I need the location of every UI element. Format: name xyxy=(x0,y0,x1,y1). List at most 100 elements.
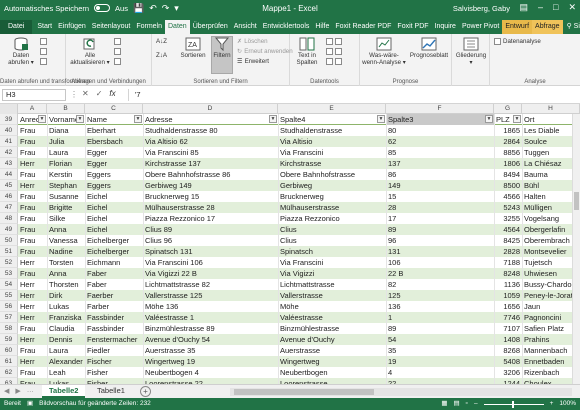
cell-plz[interactable]: 8425 xyxy=(494,235,522,246)
cell-adresse[interactable]: Obere Bahnhofstrasse 86 xyxy=(143,169,278,180)
cell-name[interactable]: Faber xyxy=(85,279,143,290)
cell-vorname[interactable]: Silke xyxy=(47,213,85,224)
edit-links-button[interactable] xyxy=(114,58,121,65)
cell-anrede[interactable]: Frau xyxy=(18,169,47,180)
cell-spalte3[interactable]: 15 xyxy=(386,191,494,202)
header-adresse[interactable]: Adresse ▼ xyxy=(143,114,278,125)
header-plz[interactable]: PLZ ▼ xyxy=(494,114,522,125)
cell-plz[interactable]: 8494 xyxy=(494,169,522,180)
cell-vorname[interactable]: Anna xyxy=(47,268,85,279)
cell-vorname[interactable]: Laura xyxy=(47,345,85,356)
row-number[interactable]: 40 xyxy=(0,125,18,136)
cell-spalte4[interactable]: Clius xyxy=(278,235,386,246)
cell-name[interactable]: Fassbinder xyxy=(85,323,143,334)
cell-spalte4[interactable]: Binzmühlestrasse xyxy=(278,323,386,334)
cell-name[interactable]: Ebersbach xyxy=(85,136,143,147)
cell-vorname[interactable]: Kerstin xyxy=(47,169,85,180)
cell-anrede[interactable]: Frau xyxy=(18,246,47,257)
cell-anrede[interactable]: Frau xyxy=(18,125,47,136)
cell-anrede[interactable]: Herr xyxy=(18,312,47,323)
reapply-button[interactable]: ↻ Erneut anwenden xyxy=(237,48,293,55)
cell-spalte4[interactable]: Clius xyxy=(278,224,386,235)
cell-vorname[interactable]: Laura xyxy=(47,147,85,158)
cell-adresse[interactable]: Auerstrasse 35 xyxy=(143,345,278,356)
cell-adresse[interactable]: Via Vigizzi 22 B xyxy=(143,268,278,279)
cell-name[interactable]: Eggers xyxy=(85,169,143,180)
cell-plz[interactable]: 4566 xyxy=(494,191,522,202)
cell-anrede[interactable]: Herr xyxy=(18,180,47,191)
zoom-out-icon[interactable]: – xyxy=(474,398,478,410)
cell-name[interactable]: Egger xyxy=(85,147,143,158)
tab-file[interactable]: Datei xyxy=(0,20,33,34)
formula-input[interactable]: '7 xyxy=(128,89,573,101)
cell-spalte3[interactable]: 28 xyxy=(386,202,494,213)
cell-spalte3[interactable]: 86 xyxy=(386,169,494,180)
cell-ort[interactable]: Obergerlafin xyxy=(522,224,572,235)
select-all-corner[interactable] xyxy=(0,104,18,114)
cell-spalte4[interactable]: Brucknerweg xyxy=(278,191,386,202)
column-header-c[interactable]: C xyxy=(85,104,143,114)
cell-ort[interactable]: Rizenbach xyxy=(522,367,572,378)
header-name[interactable]: Name ▼ xyxy=(85,114,143,125)
cell-spalte3[interactable]: 1 xyxy=(386,312,494,323)
cell-plz[interactable]: 1136 xyxy=(494,279,522,290)
tab-review[interactable]: Überprüfen xyxy=(190,20,231,34)
row-number[interactable]: 50 xyxy=(0,235,18,246)
cell-spalte3[interactable]: 4 xyxy=(386,367,494,378)
refresh-all-button[interactable]: Alle aktualisieren ▾ xyxy=(70,37,110,66)
cell-vorname[interactable]: Vanessa xyxy=(47,235,85,246)
row-number[interactable]: 57 xyxy=(0,312,18,323)
cell-adresse[interactable]: Kirchstrasse 137 xyxy=(143,158,278,169)
cell-vorname[interactable]: Brigitte xyxy=(47,202,85,213)
cell-plz[interactable]: 3206 xyxy=(494,367,522,378)
cell-spalte3[interactable]: 106 xyxy=(386,257,494,268)
cell-anrede[interactable]: Frau xyxy=(18,224,47,235)
header-ort[interactable]: Ort xyxy=(522,114,572,125)
column-header-a[interactable]: A xyxy=(18,104,47,114)
filter-dropdown-icon[interactable]: ▼ xyxy=(513,115,521,123)
column-header-h[interactable]: H xyxy=(522,104,580,114)
cell-anrede[interactable]: Frau xyxy=(18,202,47,213)
cell-spalte3[interactable]: 22 B xyxy=(386,268,494,279)
cell-vorname[interactable]: Lukas xyxy=(47,301,85,312)
cell-adresse[interactable]: Avenue d'Ouchy 54 xyxy=(143,334,278,345)
row-number[interactable]: 42 xyxy=(0,147,18,158)
cell-ort[interactable]: La Chiésaz xyxy=(522,158,572,169)
cell-spalte3[interactable]: 89 xyxy=(386,323,494,334)
cell-plz[interactable]: 2864 xyxy=(494,136,522,147)
row-number[interactable]: 62 xyxy=(0,367,18,378)
cell-name[interactable]: Eichmann xyxy=(85,257,143,268)
vertical-scrollbar[interactable] xyxy=(572,114,580,384)
zoom-slider[interactable] xyxy=(483,400,544,408)
header-spalte3[interactable]: Spalte3 ▼ xyxy=(386,114,494,125)
row-number[interactable]: 51 xyxy=(0,246,18,257)
cell-adresse[interactable]: Brucknerweg 15 xyxy=(143,191,278,202)
maximize-icon[interactable]: □ xyxy=(553,2,558,13)
row-number[interactable]: 39 xyxy=(0,114,18,125)
cell-plz[interactable]: 1408 xyxy=(494,334,522,345)
row-number[interactable]: 49 xyxy=(0,224,18,235)
cell-vorname[interactable]: Thorsten xyxy=(47,279,85,290)
tab-page-layout[interactable]: Seitenlayout xyxy=(89,20,134,34)
zoom-in-icon[interactable]: + xyxy=(550,398,554,410)
cell-anrede[interactable]: Herr xyxy=(18,334,47,345)
cell-vorname[interactable]: Anna xyxy=(47,224,85,235)
cell-name[interactable]: Fenstermacher xyxy=(85,334,143,345)
zoom-level[interactable]: 100% xyxy=(559,398,576,410)
sheet-tab-tabelle1[interactable]: Tabelle1 xyxy=(90,385,132,398)
cancel-icon[interactable]: ✕ xyxy=(82,89,89,98)
next-sheet-icon[interactable]: ▶ xyxy=(15,387,20,395)
more-sheets-icon[interactable]: … xyxy=(27,387,34,395)
tab-inquire[interactable]: Inquire xyxy=(432,20,459,34)
cell-vorname[interactable]: Leah xyxy=(47,367,85,378)
clear-filter-button[interactable]: ✗ Löschen xyxy=(237,38,268,45)
cell-ort[interactable]: Tujetsch xyxy=(522,257,572,268)
cell-name[interactable]: Egger xyxy=(85,158,143,169)
cell-plz[interactable]: 5408 xyxy=(494,356,522,367)
cell-anrede[interactable]: Frau xyxy=(18,235,47,246)
cell-adresse[interactable]: Neubertbogen 4 xyxy=(143,367,278,378)
cell-plz[interactable]: 1656 xyxy=(494,301,522,312)
cell-name[interactable]: Eichel xyxy=(85,202,143,213)
cell-spalte3[interactable]: 19 xyxy=(386,356,494,367)
cell-spalte4[interactable]: Via Altisio xyxy=(278,136,386,147)
